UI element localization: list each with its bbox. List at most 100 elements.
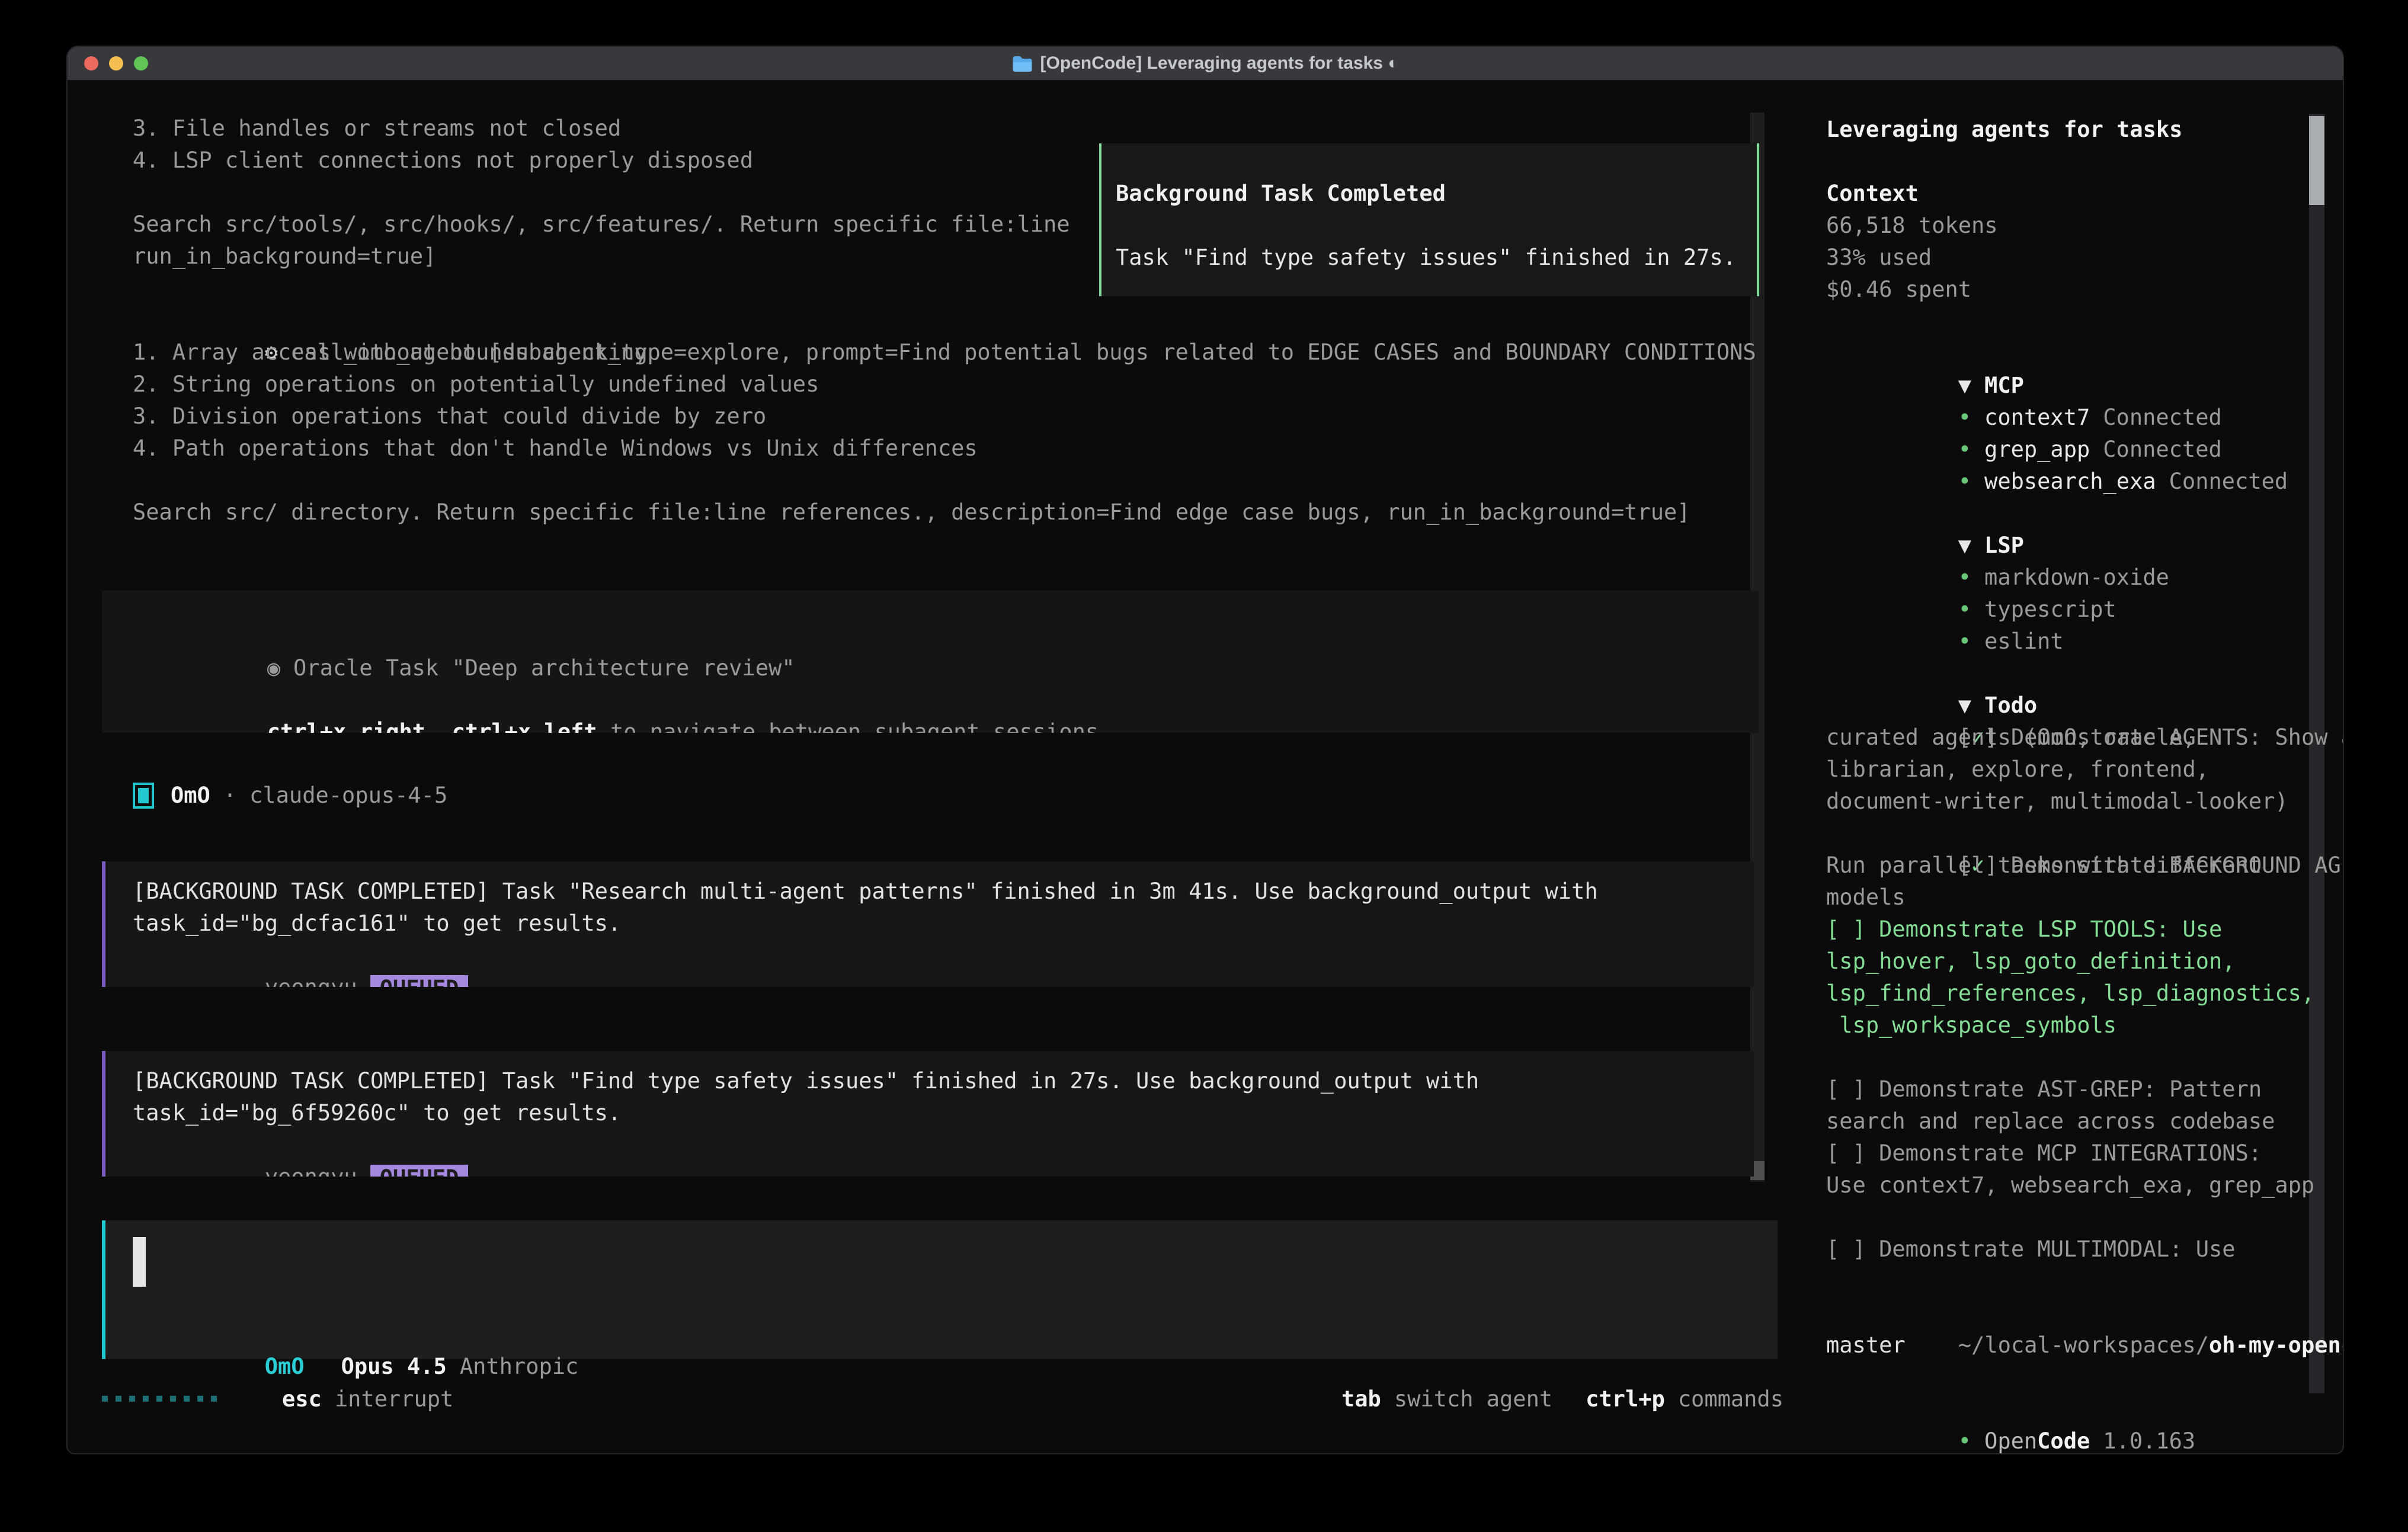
lsp-server: eslint	[1984, 629, 2064, 654]
mcp-name: websearch_exa	[1984, 469, 2156, 494]
lsp-server: markdown-oxide	[1984, 565, 2169, 590]
window-titlebar: [OpenCode] Leveraging agents for tasks ◐	[68, 47, 2343, 81]
context-used: 33% used	[1826, 242, 2324, 274]
toast-title: Background Task Completed	[1116, 178, 1757, 210]
context-heading: Context	[1826, 178, 2324, 210]
collapse-icon: ▼	[1958, 693, 1971, 718]
lsp-server: typescript	[1984, 597, 2116, 622]
bullet-icon: •	[1958, 405, 1971, 430]
window-title: [OpenCode] Leveraging agents for tasks ◐	[1040, 53, 1399, 73]
task-message: [BACKGROUND TASK COMPLETED] Task "Find t…	[102, 1051, 1754, 1177]
esc-key: esc	[282, 1386, 322, 1412]
folder-icon	[1012, 55, 1032, 72]
todo-line: librarian, explore, frontend,	[1826, 754, 2324, 786]
oracle-title: Oracle Task "Deep architecture review"	[293, 655, 795, 681]
todo-line: [ ] Demonstrate AST-GREP: Pattern	[1826, 1073, 2324, 1105]
esc-action: interrupt	[335, 1386, 453, 1412]
bullet-icon: •	[1958, 629, 1971, 654]
bullet-icon: •	[1958, 565, 1971, 590]
cmd-key: ctrl+p	[1586, 1386, 1665, 1412]
scrollback-line: 3. File handles or streams not closed	[133, 113, 1756, 145]
sidebar-content: Leveraging agents for tasks Context 66,5…	[1826, 114, 2324, 1425]
bullet-icon: •	[1958, 597, 1971, 622]
keybind-hint: to navigate between subagent sessions	[597, 719, 1099, 733]
app-name: Open	[1984, 1428, 2037, 1454]
todo-line: document-writer, multimodal-looker)	[1826, 786, 2324, 818]
bullet-icon: •	[1958, 1428, 1971, 1454]
task-message: [BACKGROUND TASK COMPLETED] Task "Resear…	[102, 861, 1754, 987]
status-bar: esc interrupt tab switch agent ctrl+p co…	[102, 1383, 1783, 1415]
todo-line-active: lsp_hover, lsp_goto_definition,	[1826, 946, 2324, 977]
provider-label: Anthropic	[460, 1354, 578, 1379]
cmd-action: commands	[1678, 1386, 1783, 1412]
todo-line: [ ] Demonstrate MULTIMODAL: Use	[1826, 1233, 2324, 1265]
activity-dots-icon	[102, 1396, 217, 1402]
context-tokens: 66,518 tokens	[1826, 210, 2324, 242]
oracle-panel: ◉Oracle Task "Deep architecture review" …	[102, 591, 1759, 733]
todo-line: [ ] Demonstrate MCP INTEGRATIONS:	[1826, 1137, 2324, 1169]
tool-call-line: 3. Division operations that could divide…	[133, 400, 1759, 432]
agent-model: claude-opus-4-5	[249, 780, 447, 812]
omo-agent-icon	[133, 783, 154, 809]
task-line: task_id="bg_6f59260c" to get results.	[133, 1097, 1754, 1129]
agent-session-header: OmO · claude-opus-4-5	[133, 780, 447, 812]
todo-line: models	[1826, 882, 2324, 914]
zoom-button[interactable]	[134, 56, 148, 70]
todo-line: Run parallel tasks with different	[1826, 850, 2324, 882]
keybind-keys: ctrl+x right, ctrl+x left	[267, 719, 597, 733]
toast-spacer	[1116, 210, 1757, 242]
tool-call-line	[133, 464, 1759, 496]
collapse-icon: ▼	[1958, 373, 1971, 398]
tool-call-line: 2. String operations on potentially unde…	[133, 368, 1759, 400]
status-left: esc interrupt	[102, 1383, 453, 1415]
toast-body: Task "Find type safety issues" finished …	[1116, 242, 1757, 274]
todo-line-active: lsp_workspace_symbols	[1826, 1009, 2324, 1041]
dot-separator: ·	[223, 780, 236, 812]
tool-call-line: Search src/ directory. Return specific f…	[133, 496, 1759, 528]
mcp-status: Connected	[2103, 405, 2221, 430]
task-user: yeongyu	[265, 1164, 357, 1177]
close-button[interactable]	[84, 56, 98, 70]
context-spent: $0.46 spent	[1826, 274, 2324, 306]
opencode-version-line: •OpenCode1.0.163	[1826, 1393, 2324, 1425]
queued-badge: QUEUED	[370, 1165, 469, 1177]
traffic-lights	[84, 56, 148, 70]
todo-line: Use context7, websearch_exa, grep_app	[1826, 1169, 2324, 1201]
status-right: tab switch agent ctrl+p commands	[1341, 1383, 1783, 1415]
todo-line-active: [ ] Demonstrate LSP TOOLS: Use	[1826, 914, 2324, 946]
agent-name: OmO	[171, 780, 210, 812]
task-line: task_id="bg_dcfac161" to get results.	[133, 908, 1754, 940]
opencode-window: [OpenCode] Leveraging agents for tasks ◐…	[66, 46, 2344, 1454]
bullet-icon: •	[1958, 469, 1971, 494]
todo-line: [✓] Demonstrate BACKGROUND AGENTS:	[1826, 818, 2324, 850]
task-line: [BACKGROUND TASK COMPLETED] Task "Resear…	[133, 876, 1754, 908]
bullet-icon: •	[1958, 437, 1971, 462]
workspace-repo: oh-my-opencode:	[2209, 1332, 2344, 1358]
mcp-status: Connected	[2103, 437, 2221, 462]
task-user: yeongyu	[265, 975, 357, 987]
todo-line-active: lsp_find_references, lsp_diagnostics,	[1826, 977, 2324, 1009]
agent-chip: OmO	[265, 1354, 305, 1379]
task-line: [BACKGROUND TASK COMPLETED] Task "Find t…	[133, 1065, 1754, 1097]
desktop: [OpenCode] Leveraging agents for tasks ◐…	[0, 0, 2408, 1532]
tab-action: switch agent	[1394, 1386, 1552, 1412]
notification-toast: Background Task Completed Task "Find typ…	[1099, 143, 1759, 296]
prompt-input[interactable]: OmOOpus 4.5Anthropic	[102, 1220, 1778, 1359]
model-label: Opus 4.5	[341, 1354, 447, 1379]
sidebar-title: Leveraging agents for tasks	[1826, 114, 2324, 146]
mcp-status: Connected	[2169, 469, 2288, 494]
opencode-version: 1.0.163	[2103, 1428, 2195, 1454]
todo-line: search and replace across codebase	[1826, 1105, 2324, 1137]
workspace-path: ~/local-workspaces/	[1958, 1332, 2209, 1358]
mcp-name: context7	[1984, 405, 2090, 430]
minimize-button[interactable]	[109, 56, 123, 70]
workspace-path-line: ~/local-workspaces/oh-my-opencode:	[1826, 1297, 2324, 1329]
collapse-icon: ▼	[1958, 533, 1971, 558]
tool-call-line: 4. Path operations that don't handle Win…	[133, 432, 1759, 464]
model-row: OmOOpus 4.5Anthropic	[133, 1319, 578, 1351]
title-wrap: [OpenCode] Leveraging agents for tasks ◐	[1012, 47, 1399, 80]
tab-key: tab	[1341, 1386, 1381, 1412]
app-name-bold: Code	[2037, 1428, 2090, 1454]
subagent-icon: ◉	[267, 655, 280, 681]
mcp-section-header[interactable]: ▼MCP	[1826, 338, 2324, 370]
